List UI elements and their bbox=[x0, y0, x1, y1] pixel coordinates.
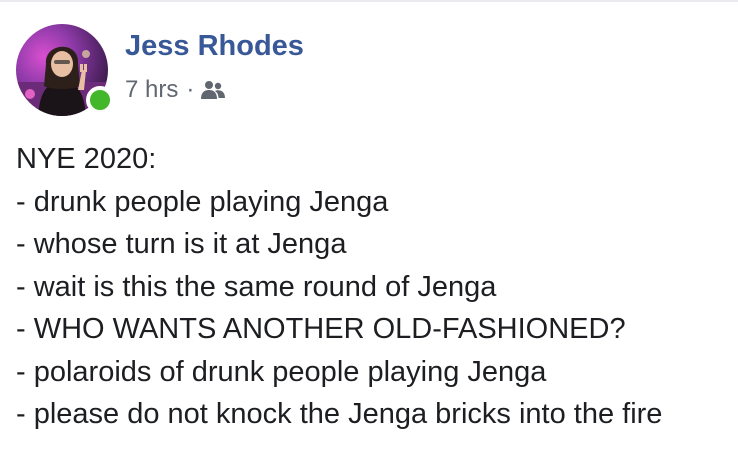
facebook-post: Jess Rhodes 7 hrs · NYE 2020: - drunk pe… bbox=[0, 0, 738, 459]
online-status-dot bbox=[86, 86, 114, 114]
meta-separator: · bbox=[186, 76, 195, 103]
post-line: - polaroids of drunk people playing Jeng… bbox=[16, 355, 547, 388]
post-line: NYE 2020: bbox=[16, 143, 157, 175]
post-line: - WHO WANTS ANOTHER OLD-FASHIONED? bbox=[16, 313, 626, 345]
author-avatar[interactable] bbox=[16, 24, 114, 116]
friends-icon[interactable] bbox=[201, 80, 226, 100]
post-line: - whose turn is it at Jenga bbox=[16, 228, 347, 260]
author-name-link[interactable]: Jess Rhodes bbox=[125, 28, 304, 64]
post-timestamp[interactable]: 7 hrs bbox=[125, 76, 178, 104]
post-line: - drunk people playing Jenga bbox=[16, 185, 389, 218]
post-meta: 7 hrs · bbox=[125, 74, 226, 106]
post-line: - please do not knock the Jenga bricks i… bbox=[16, 398, 663, 430]
post-body: NYE 2020: - drunk people playing Jenga -… bbox=[16, 138, 731, 436]
post-line: - wait is this the same round of Jenga bbox=[16, 270, 497, 303]
